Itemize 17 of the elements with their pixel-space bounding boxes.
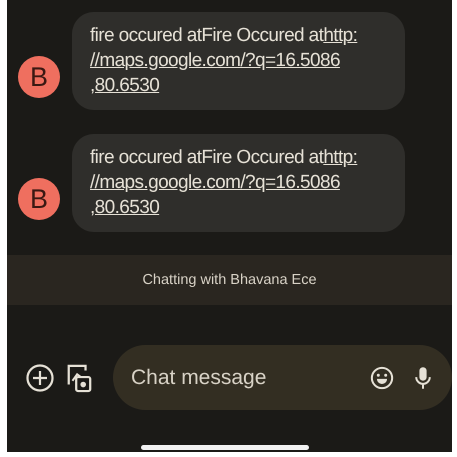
emoji-icon[interactable]: [370, 366, 394, 390]
microphone-icon[interactable]: [414, 364, 432, 390]
message-text: fire occured atFire Occured at: [90, 25, 324, 46]
avatar: B: [18, 56, 60, 98]
map-link[interactable]: http:: [323, 25, 358, 46]
add-icon[interactable]: [25, 362, 55, 392]
map-link[interactable]: ,80.6530: [90, 75, 160, 96]
gallery-icon[interactable]: [65, 362, 93, 394]
map-link[interactable]: http:: [323, 147, 358, 168]
message-composer[interactable]: Chat message: [113, 345, 452, 410]
map-link[interactable]: //maps.google.com/?q=16.5086: [90, 50, 340, 71]
avatar: B: [18, 178, 60, 220]
map-link[interactable]: ,80.6530: [90, 197, 160, 218]
map-link[interactable]: //maps.google.com/?q=16.5086: [90, 172, 340, 193]
chat-message-field[interactable]: Chat message: [129, 364, 350, 390]
message-text: fire occured atFire Occured at: [90, 147, 324, 168]
banner-text: Chatting with Bhavana Ece: [142, 272, 317, 288]
